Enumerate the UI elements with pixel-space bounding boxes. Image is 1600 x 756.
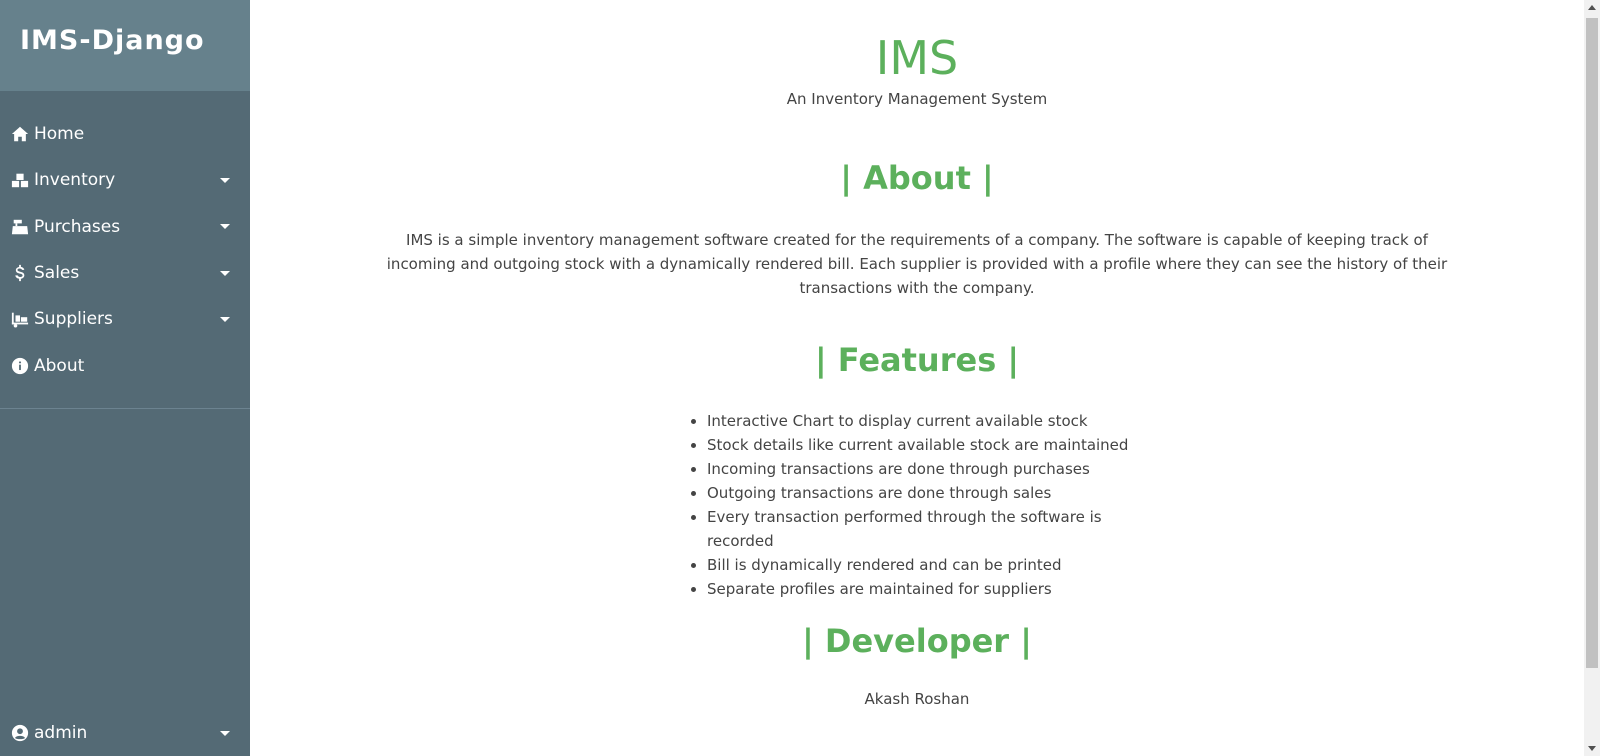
home-icon	[10, 124, 30, 144]
sidebar-item-sales[interactable]: Sales	[0, 250, 250, 296]
chevron-down-icon[interactable]	[220, 316, 230, 322]
sidebar-nav: Home Inventory Purchases Sales Suppliers…	[0, 111, 250, 389]
sidebar: IMS-Django Home Inventory Purchases Sale…	[0, 0, 250, 756]
sidebar-item-label: Purchases	[34, 216, 121, 237]
features-list: Interactive Chart to display current ava…	[687, 409, 1147, 601]
sidebar-item-label: About	[34, 355, 85, 376]
sidebar-item-purchases[interactable]: Purchases	[0, 204, 250, 250]
features-heading: | Features |	[814, 341, 1020, 379]
scrollbar-thumb[interactable]	[1586, 18, 1598, 668]
sidebar-item-label: Inventory	[34, 170, 116, 191]
list-item: Bill is dynamically rendered and can be …	[707, 553, 1147, 577]
list-item: Outgoing transactions are done through s…	[707, 481, 1147, 505]
scroll-down-arrow-icon[interactable]	[1588, 746, 1596, 751]
dollar-icon	[10, 263, 30, 283]
scroll-up-arrow-icon[interactable]	[1588, 5, 1596, 10]
brand-title[interactable]: IMS-Django	[20, 25, 205, 56]
about-text: IMS is a simple inventory management sof…	[386, 231, 1448, 297]
chevron-down-icon[interactable]	[220, 224, 230, 230]
chevron-down-icon[interactable]	[220, 730, 230, 736]
chevron-down-icon[interactable]	[220, 177, 230, 183]
list-item: Separate profiles are maintained for sup…	[707, 577, 1147, 601]
brand-header[interactable]: IMS-Django	[0, 0, 250, 91]
developer-heading: | Developer |	[802, 622, 1032, 660]
boxes-icon	[10, 170, 30, 190]
page-subtitle: An Inventory Management System	[786, 90, 1048, 108]
sidebar-item-suppliers[interactable]: Suppliers	[0, 296, 250, 342]
sidebar-item-inventory[interactable]: Inventory	[0, 157, 250, 203]
truck-loading-icon	[10, 309, 30, 329]
list-item: Every transaction performed through the …	[707, 505, 1147, 553]
about-heading: | About |	[840, 159, 994, 197]
list-item: Stock details like current available sto…	[707, 433, 1147, 457]
developer-name: Akash Roshan	[864, 690, 970, 708]
sidebar-item-label: Home	[34, 124, 85, 145]
sidebar-item-label: Sales	[34, 263, 80, 284]
sidebar-divider	[0, 407, 250, 409]
sidebar-item-label: Suppliers	[34, 309, 113, 330]
info-circle-icon	[10, 356, 30, 376]
chevron-down-icon[interactable]	[220, 270, 230, 276]
user-circle-icon	[10, 723, 30, 743]
list-item: Interactive Chart to display current ava…	[707, 409, 1147, 433]
user-menu[interactable]: admin	[0, 710, 250, 756]
sidebar-item-about[interactable]: About	[0, 342, 250, 388]
cash-register-icon	[10, 217, 30, 237]
page-title: IMS	[875, 31, 959, 85]
sidebar-item-home[interactable]: Home	[0, 111, 250, 157]
vertical-scrollbar[interactable]	[1584, 0, 1600, 756]
list-item: Incoming transactions are done through p…	[707, 457, 1147, 481]
user-name: admin	[34, 723, 88, 743]
main-content: IMS An Inventory Management System | Abo…	[250, 0, 1584, 756]
